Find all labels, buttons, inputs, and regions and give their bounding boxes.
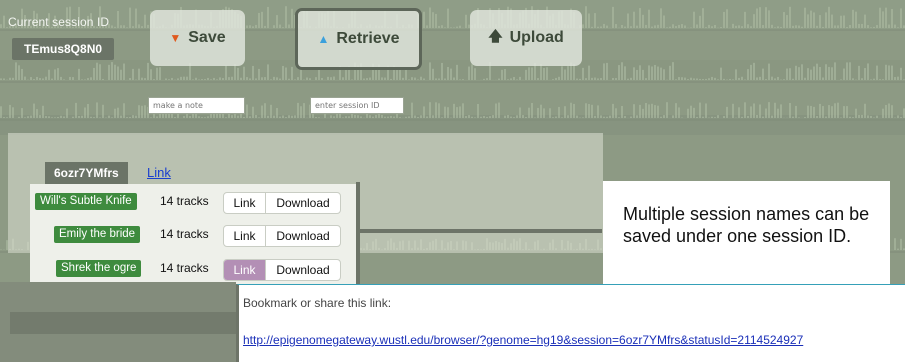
down-triangle-icon: ▼ xyxy=(169,31,182,45)
up-arrow-icon: 🡅 xyxy=(488,28,503,44)
current-session-id: TEmus8Q8N0 xyxy=(12,38,115,60)
retrieve-button-label: Retrieve xyxy=(336,30,400,47)
panel-divider-horizontal xyxy=(358,229,602,233)
note-input[interactable] xyxy=(148,97,245,114)
retrieve-button[interactable]: ▲ Retrieve xyxy=(295,8,422,70)
session-tag[interactable]: Shrek the ogre xyxy=(56,260,142,277)
session-row: Shrek the ogre 14 tracks Link Download xyxy=(30,259,358,281)
current-session-label: Current session ID xyxy=(8,15,110,29)
callout-note: Multiple session names can be saved unde… xyxy=(603,181,890,284)
bookmark-label: Bookmark or share this link: xyxy=(243,296,392,310)
session-id-input[interactable] xyxy=(310,97,404,114)
track-count: 14 tracks xyxy=(160,227,209,241)
panel-divider xyxy=(356,182,360,290)
session-actions: Link Download xyxy=(223,259,341,281)
session-link[interactable]: Link xyxy=(147,165,171,180)
session-tag[interactable]: Emily the bride xyxy=(54,226,141,243)
up-triangle-icon: ▲ xyxy=(317,32,330,46)
track-count: 14 tracks xyxy=(160,194,209,208)
save-button-label: Save xyxy=(188,29,226,46)
session-download-button[interactable]: Download xyxy=(266,226,340,246)
lower-track-band xyxy=(0,282,236,362)
save-button[interactable]: ▼ Save xyxy=(150,10,245,66)
session-actions: Link Download xyxy=(223,192,341,214)
session-download-button[interactable]: Download xyxy=(266,193,340,213)
track-count: 14 tracks xyxy=(160,261,209,275)
session-list: Will's Subtle Knife 14 tracks Link Downl… xyxy=(30,184,358,288)
session-download-button[interactable]: Download xyxy=(266,260,340,280)
bookmark-panel: Bookmark or share this link: http://epig… xyxy=(236,284,905,362)
session-name-badge: 6ozr7YMfrs xyxy=(45,162,128,184)
upload-button-label: Upload xyxy=(509,29,564,46)
bookmark-url-link[interactable]: http://epigenomegateway.wustl.edu/browse… xyxy=(243,333,803,347)
session-link-button[interactable]: Link xyxy=(224,226,266,246)
session-link-button[interactable]: Link xyxy=(224,260,266,280)
session-row: Emily the bride 14 tracks Link Download xyxy=(30,225,358,247)
upload-button[interactable]: 🡅 Upload xyxy=(470,10,582,66)
session-actions: Link Download xyxy=(223,225,341,247)
session-link-button[interactable]: Link xyxy=(224,193,266,213)
session-row: Will's Subtle Knife 14 tracks Link Downl… xyxy=(30,192,358,214)
session-tag[interactable]: Will's Subtle Knife xyxy=(35,193,137,210)
